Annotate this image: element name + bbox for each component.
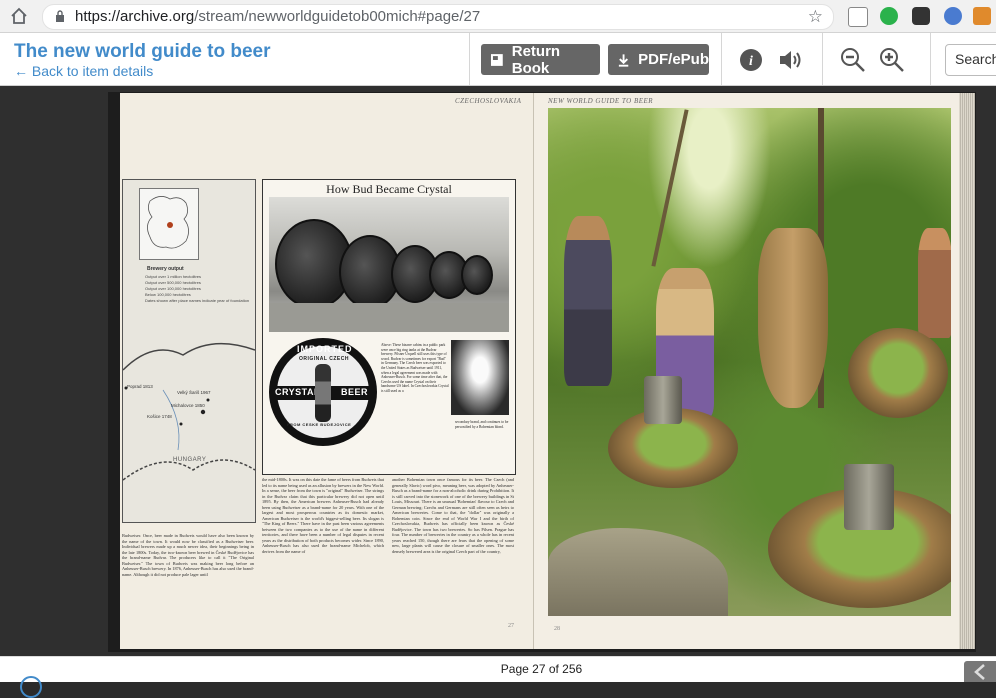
pdf-epub-button[interactable]: PDF/ePub xyxy=(608,44,709,75)
bookmark-star-icon[interactable]: ☆ xyxy=(808,7,823,27)
globe-extension-icon[interactable] xyxy=(944,7,962,25)
blond-portrait-photo xyxy=(451,340,509,415)
page-number-left: 27 xyxy=(508,623,514,629)
map-legend-title: Brewery output xyxy=(147,266,184,272)
burlap-sheet xyxy=(548,528,728,616)
crystal-beer-label: IMPORTED ORIGINAL CZECH CRYSTAL BEER FRO… xyxy=(269,338,377,446)
map-label-hungary: HUNGARY xyxy=(173,457,207,463)
label-beer: BEER xyxy=(341,387,369,397)
label-figure xyxy=(315,364,331,422)
label-original: ORIGINAL CZECH xyxy=(299,356,349,362)
browser-toolbar: https://archive.org/stream/newworldguide… xyxy=(0,0,996,33)
book-title[interactable]: The new world guide to beer xyxy=(14,41,271,63)
feature-title: How Bud Became Crystal xyxy=(326,182,452,196)
map-legend-item: Dates shown after place names indicate y… xyxy=(145,298,250,303)
info-icon[interactable]: i xyxy=(738,47,764,73)
url-path: /stream/newworldguidetob00mich#page/27 xyxy=(194,8,481,25)
return-book-label: Return Book xyxy=(511,42,561,77)
map-legend-item: Output over 1 million hectolitres xyxy=(145,274,202,279)
label-origin: FROM CESKE BUDEJOVICE xyxy=(287,422,352,427)
back-to-item-link[interactable]: ← Back to item details xyxy=(14,63,153,79)
search-input[interactable]: Search xyxy=(945,44,996,76)
label-imported: IMPORTED xyxy=(297,344,353,354)
hop-basket xyxy=(848,328,948,418)
hop-pole xyxy=(651,109,689,267)
map-legend-item: Below 100,000 hectolitres xyxy=(145,292,191,297)
right-page[interactable]: NEW WORLD GUIDE TO BEER 28 xyxy=(533,93,960,649)
body-text-column: Budweiser. Once, beer made in Budweis wo… xyxy=(122,533,254,577)
zoom-out-icon[interactable] xyxy=(840,47,866,73)
pdf-epub-label: PDF/ePub xyxy=(638,51,709,68)
scrubber-handle-icon[interactable] xyxy=(20,676,42,698)
divider xyxy=(721,33,722,85)
slovakia-map: Brewery output Output over 1 million hec… xyxy=(122,179,256,523)
metal-bucket xyxy=(844,464,894,530)
download-icon xyxy=(618,53,629,67)
body-text-column: the mid-1800s. It was on this date the f… xyxy=(262,477,384,554)
map-label-poprad: Poprad 1813 xyxy=(127,384,153,389)
url-host: https://archive.org xyxy=(75,8,195,25)
home-icon[interactable] xyxy=(10,7,28,25)
url-text: https://archive.org/stream/newworldguide… xyxy=(75,8,480,25)
label-crystal: CRYSTAL xyxy=(275,387,320,397)
europe-outline-icon xyxy=(147,196,189,249)
border-lines xyxy=(123,342,255,481)
chevron-left-icon xyxy=(974,664,985,680)
path-ground xyxy=(269,303,509,332)
map-label-michalovce: Michalovce 1850 xyxy=(171,403,205,408)
address-bar[interactable]: https://archive.org/stream/newworldguide… xyxy=(42,4,834,30)
book-viewer: CZECHOSLOVAKIA Brewery output Output ove… xyxy=(0,86,996,656)
zoom-in-icon[interactable] xyxy=(879,47,905,73)
divider xyxy=(469,33,470,85)
page-indicator: Page 27 of 256 xyxy=(500,662,583,676)
body-text-column: another Bohemian town once famous for it… xyxy=(392,477,514,554)
right-running-head: NEW WORLD GUIDE TO BEER xyxy=(548,97,654,105)
book-spread: CZECHOSLOVAKIA Brewery output Output ove… xyxy=(108,92,976,652)
barrel-cabins-photo xyxy=(269,197,509,332)
lock-icon xyxy=(56,10,64,22)
speaker-icon[interactable] xyxy=(777,47,803,73)
hop-sack xyxy=(758,228,828,408)
feature-caption: Above: These bizarre cabins in a public … xyxy=(381,343,449,393)
feature-caption-continued: secondary brand, and continues to be per… xyxy=(455,420,509,429)
return-book-button[interactable]: Return Book xyxy=(481,42,600,77)
next-page-button[interactable] xyxy=(964,661,996,682)
map-legend-item: Output over 100,000 hectolitres xyxy=(145,286,201,291)
map-label-kosice: Košice 1748 xyxy=(147,414,172,419)
bookreader-footer: Page 27 of 256 xyxy=(0,656,996,698)
map-legend-item: Output over 500,000 hectolitres xyxy=(145,280,201,285)
book-icon xyxy=(490,53,503,66)
barrel xyxy=(461,255,493,295)
metamask-extension-icon[interactable] xyxy=(973,7,991,25)
feature-sidebar: How Bud Became Crystal IMPORTED ORIGINAL… xyxy=(262,179,516,475)
worker-figure xyxy=(564,216,612,386)
worker-figure xyxy=(918,228,951,338)
page-number-right: 28 xyxy=(554,626,560,632)
left-page[interactable]: CZECHOSLOVAKIA Brewery output Output ove… xyxy=(120,93,533,649)
svg-text:i: i xyxy=(749,54,753,69)
metal-bucket xyxy=(644,376,682,424)
page-edges xyxy=(959,93,975,649)
pocket-extension-icon[interactable] xyxy=(912,7,930,25)
hop-harvest-photo xyxy=(548,108,951,616)
search-placeholder: Search xyxy=(955,51,996,67)
reader-extension-icon[interactable] xyxy=(848,7,868,27)
bookreader-header: The new world guide to beer ← Back to it… xyxy=(0,33,996,86)
left-running-head: CZECHOSLOVAKIA xyxy=(455,97,522,105)
europe-inset-map xyxy=(139,188,199,260)
divider xyxy=(822,33,823,85)
divider xyxy=(930,33,931,85)
map-label-velky-saris: Velký Šariš 1967 xyxy=(177,390,211,395)
evernote-extension-icon[interactable] xyxy=(880,7,898,25)
